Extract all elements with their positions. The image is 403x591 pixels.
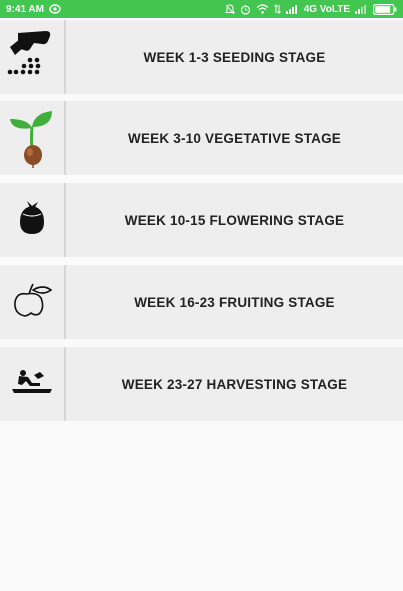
app-notification-icon	[49, 4, 61, 14]
sprout-icon	[4, 103, 60, 174]
stage-label: WEEK 23-27 HARVESTING STAGE	[121, 376, 348, 392]
status-time: 9:41 AM	[6, 3, 44, 15]
fruit-icon	[9, 280, 55, 325]
stage-row-fruiting[interactable]: WEEK 16-23 FRUITING STAGE	[0, 265, 403, 339]
stage-label: WEEK 1-3 SEEDING STAGE	[143, 49, 326, 65]
stage-label: WEEK 16-23 FRUITING STAGE	[134, 294, 335, 310]
status-bar: 9:41 AM 4G VoLTE	[0, 0, 403, 18]
stage-icon-cell	[0, 183, 66, 257]
seeding-icon	[4, 27, 60, 88]
signal-strength-icon-2	[355, 4, 368, 14]
network-type: 4G VoLTE	[303, 3, 350, 15]
stage-icon-cell	[0, 265, 66, 339]
stage-label: WEEK 3-10 VEGETATIVE STAGE	[128, 130, 341, 146]
stage-label: WEEK 10-15 FLOWERING STAGE	[124, 212, 345, 228]
flower-bud-icon	[12, 198, 52, 243]
stage-icon-cell	[0, 101, 66, 175]
stage-row-harvesting[interactable]: WEEK 23-27 HARVESTING STAGE	[0, 347, 403, 421]
harvest-icon	[10, 367, 54, 402]
wifi-icon	[256, 4, 269, 14]
stage-icon-cell	[0, 347, 66, 421]
signal-strength-icon	[285, 4, 299, 14]
notifications-off-icon	[224, 3, 235, 15]
alarm-icon	[240, 4, 251, 15]
stage-row-seeding[interactable]: WEEK 1-3 SEEDING STAGE	[0, 20, 403, 94]
data-transfer-icon	[273, 4, 281, 14]
stage-row-vegetative[interactable]: WEEK 3-10 VEGETATIVE STAGE	[0, 101, 403, 175]
battery-icon	[373, 3, 397, 15]
stage-row-flowering[interactable]: WEEK 10-15 FLOWERING STAGE	[0, 183, 403, 257]
stage-icon-cell	[0, 20, 66, 94]
